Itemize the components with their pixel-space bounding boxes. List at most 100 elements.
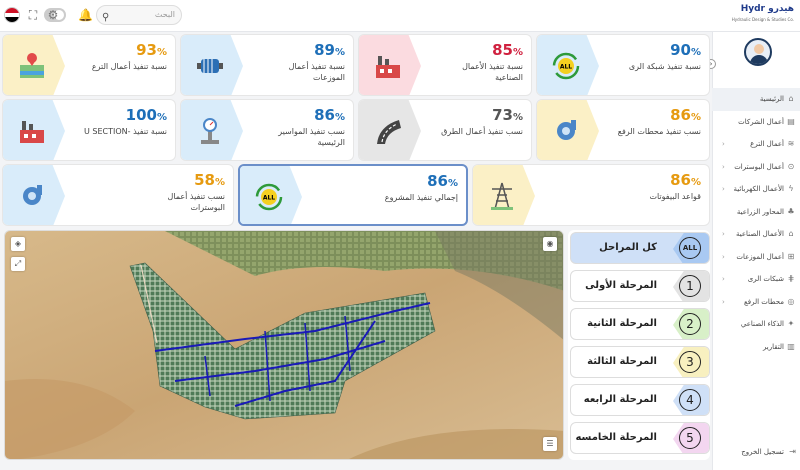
sidebar-item-label: الأعمال الصناعية: [735, 230, 784, 238]
pipe-gauge-icon: [201, 118, 219, 144]
card-label: نسب تنفيذ أعمال البوسترات: [167, 192, 225, 212]
phase-1-button[interactable]: 1 المرحلة الأولى: [570, 270, 710, 302]
sidebar-item-distributors[interactable]: ⊞ أعمال الموزعات ‹: [712, 246, 800, 269]
sidebar-item-reports[interactable]: ▥ التقارير: [712, 336, 800, 359]
phase-5-button[interactable]: 5 المرحلة الخامسه: [570, 422, 710, 454]
map-layers-icon[interactable]: ◈: [11, 237, 25, 251]
phase-2-button[interactable]: 2 المرحلة الثانية: [570, 308, 710, 340]
card-value: 86%: [670, 171, 701, 189]
card-boosters[interactable]: 58% نسب تنفيذ أعمال البوسترات: [2, 164, 234, 226]
gear-icon[interactable]: ⚙: [46, 8, 60, 22]
card-lift-stations[interactable]: 86% نسب تنفيذ محطات الرفع: [536, 99, 710, 161]
logout-button[interactable]: تسجيل الخروج: [741, 448, 784, 456]
sidebar-item-agri[interactable]: ♣ المحاور الزراعية: [712, 201, 800, 224]
phase-3-button[interactable]: 3 المرحلة الثالثة: [570, 346, 710, 378]
card-irrigation-network[interactable]: ALL 90% نسبة تنفيذ شبكة الرى: [536, 34, 710, 96]
sidebar-item-label: محطات الرفع: [744, 297, 784, 306]
card-label: نسبة تنفيذ شبكة الرى: [628, 62, 701, 71]
phase-4-button[interactable]: 4 المرحلة الرابعه: [570, 384, 710, 416]
map-canvas[interactable]: [5, 231, 564, 460]
sidebar-item-label: الأعمال الكهربائية: [733, 185, 784, 193]
sidebar-item-ai[interactable]: ✦ الذكاء الصناعي: [712, 313, 800, 336]
card-pivot-bases[interactable]: 86% قواعد البيفوتات: [472, 164, 710, 226]
sidebar-item-boosters[interactable]: ⊙ أعمال البوسترات ‹: [712, 156, 800, 179]
card-number: 89: [314, 41, 335, 59]
sidebar-item-home[interactable]: ⌂ الرئيسية: [712, 88, 800, 111]
canal-icon: ≋: [787, 139, 795, 148]
ai-icon: ✦: [787, 319, 795, 328]
card-label: نسبة تنفيذ الأعمال الصناعية: [462, 62, 523, 82]
card-value: 85%: [492, 41, 523, 59]
map-settings-icon[interactable]: ◉: [543, 237, 557, 251]
card-number: 86: [427, 172, 448, 190]
sidebar-item-companies[interactable]: ▤ أعمال الشركات: [712, 111, 800, 134]
road-icon: [377, 120, 401, 144]
sidebar-item-label: أعمال الشركات: [738, 117, 784, 126]
card-value: 93%: [136, 41, 167, 59]
brand-logo: Hydr هيدرو Hydraulic Design & Studies Co…: [732, 4, 794, 28]
percent-sign: %: [512, 112, 523, 123]
card-number: 90: [670, 41, 691, 59]
pump-icon: [557, 120, 576, 140]
card-project-total[interactable]: ALL 86% إجمالي تنفيذ المشروع: [238, 164, 468, 226]
station-icon: ◎: [787, 296, 795, 306]
sidebar-item-label: الرئيسية: [759, 95, 784, 103]
percent-sign: %: [447, 178, 458, 189]
card-value: 100%: [126, 106, 167, 124]
svg-text:ALL: ALL: [263, 195, 275, 202]
card-label: نسب تنفيذ أعمال الطرق: [441, 127, 523, 136]
chevron-left-icon: ‹: [722, 275, 725, 283]
fullscreen-icon[interactable]: ⛶: [26, 8, 40, 22]
card-main-pipes[interactable]: 86% نسب تنفيذ المواسير الرئيسية: [180, 99, 354, 161]
phase-all-button[interactable]: ALL كل المراحل: [570, 232, 710, 264]
card-canals[interactable]: 93% نسبة تنفيذ أعمال الترع: [2, 34, 176, 96]
sidebar-item-stations[interactable]: ◎ محطات الرفع ‹: [712, 291, 800, 314]
sidebar-item-canals[interactable]: ≋ أعمال الترع ‹: [712, 133, 800, 156]
factory-icon: [20, 121, 44, 143]
brand-tagline: Hydraulic Design & Studies Co.: [731, 17, 794, 22]
card-value: 89%: [314, 41, 345, 59]
electric-icon: ϟ: [788, 184, 794, 193]
phase-label: المرحلة الثانية: [587, 318, 657, 329]
sidebar-item-electric[interactable]: ϟ الأعمال الكهربائية ‹: [712, 178, 800, 201]
sidebar-item-networks[interactable]: ⋕ شبكات الرى ‹: [712, 268, 800, 291]
card-number: 85: [492, 41, 513, 59]
percent-sign: %: [334, 112, 345, 123]
power-tower-icon: [491, 182, 513, 210]
pump-icon: ⊙: [787, 161, 795, 171]
chevron-left-icon: ‹: [722, 162, 725, 171]
pump-motor-icon: [197, 59, 223, 73]
card-number: 100: [125, 106, 157, 124]
bell-icon[interactable]: 🔔: [78, 8, 93, 22]
sidebar-item-label: الذكاء الصناعي: [740, 320, 784, 328]
card-distributors[interactable]: 89% نسبة تنفيذ أعمال الموزعات: [180, 34, 354, 96]
card-value: 86%: [314, 106, 345, 124]
chevron-left-icon: ‹: [722, 230, 725, 238]
chevron-left-icon: ‹: [722, 185, 725, 193]
card-value: 90%: [670, 41, 701, 59]
satellite-map[interactable]: ◈ ⤢ ◉ ☰: [4, 230, 564, 460]
phase-number: ALL: [679, 237, 701, 259]
search-placeholder: البحث: [154, 10, 175, 19]
percent-sign: %: [512, 47, 523, 58]
search-input[interactable]: البحث ⚲: [96, 5, 182, 25]
card-u-section[interactable]: 100% نسبة تنفيذ -U SECTION: [2, 99, 176, 161]
card-number: 86: [670, 106, 691, 124]
card-value: 73%: [492, 106, 523, 124]
map-fullscreen-icon[interactable]: ⤢: [11, 257, 25, 271]
building-icon: ▤: [787, 116, 795, 126]
phase-label: المرحلة الخامسه: [575, 432, 657, 443]
card-label: نسبة تنفيذ -U SECTION: [84, 127, 167, 136]
card-label: نسبة تنفيذ أعمال الموزعات: [288, 62, 345, 82]
card-industrial[interactable]: 85% نسبة تنفيذ الأعمال الصناعية: [358, 34, 532, 96]
avatar[interactable]: [744, 38, 772, 66]
card-value: 86%: [427, 172, 458, 190]
sidebar-item-industrial[interactable]: ⌂ الأعمال الصناعية ‹: [712, 223, 800, 246]
map-legend-icon[interactable]: ☰: [543, 437, 557, 451]
card-number: 73: [492, 106, 513, 124]
percent-sign: %: [690, 177, 701, 188]
egypt-flag-icon[interactable]: [4, 7, 20, 23]
card-roads[interactable]: 73% نسب تنفيذ أعمال الطرق: [358, 99, 532, 161]
map-pin-icon: [20, 53, 44, 78]
phase-label: المرحلة الثالثة: [587, 356, 657, 367]
